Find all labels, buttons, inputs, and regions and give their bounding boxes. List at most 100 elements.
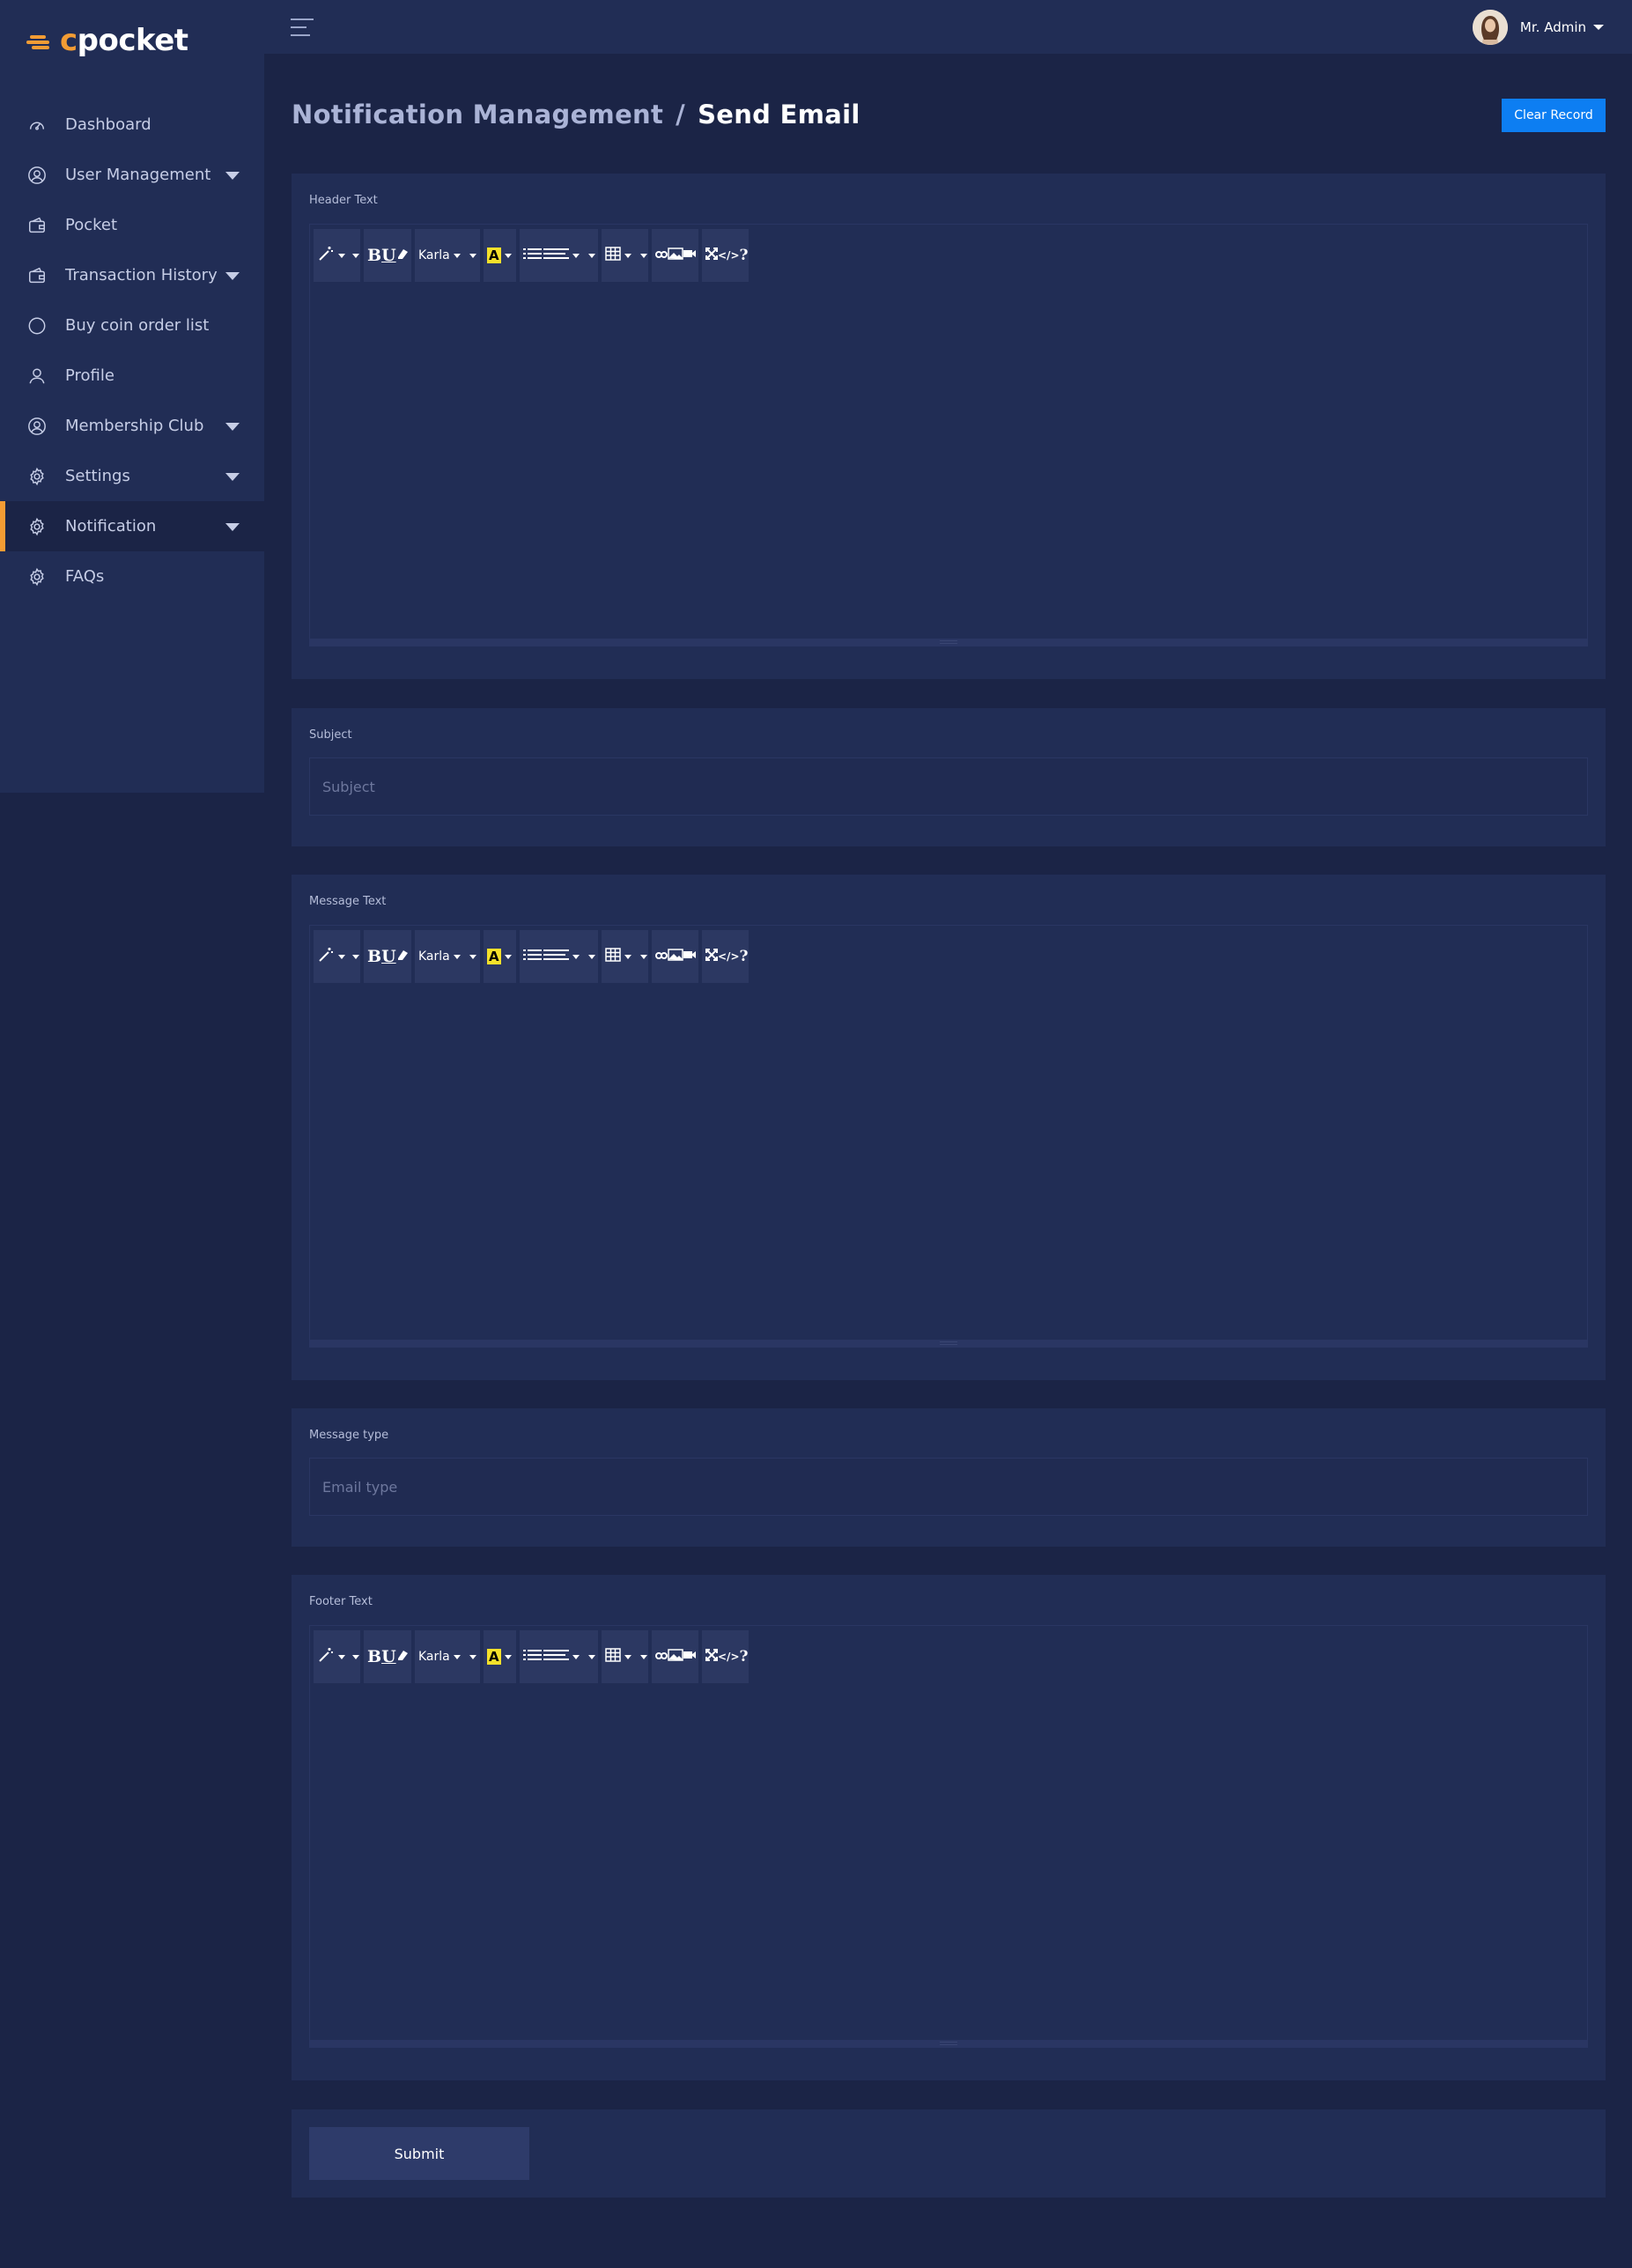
breadcrumb-parent[interactable]: Notification Management	[292, 100, 663, 129]
editor-resize-handle[interactable]	[310, 2040, 1587, 2047]
font-name-dropdown[interactable]: Karla	[415, 1630, 480, 1683]
fullscreen-icon[interactable]	[705, 247, 718, 263]
misc-group[interactable]: </>?	[702, 1630, 749, 1683]
help-icon[interactable]: ?	[740, 948, 749, 965]
underline-icon[interactable]: U	[381, 947, 396, 966]
message-text-card: Message Text BU Karla A </>?	[292, 875, 1606, 1380]
grip-icon	[940, 1341, 957, 1345]
eraser-icon[interactable]	[396, 949, 409, 964]
clear-record-button[interactable]: Clear Record	[1502, 99, 1606, 132]
sidebar-item-settings[interactable]: Settings	[0, 451, 264, 501]
table-dropdown[interactable]	[602, 229, 648, 282]
subject-label: Subject	[309, 728, 352, 742]
table-dropdown[interactable]	[602, 930, 648, 983]
chevron-down-icon	[453, 1654, 461, 1659]
misc-group[interactable]: </>?	[702, 229, 749, 282]
misc-group[interactable]: </>?	[702, 930, 749, 983]
message-type-input[interactable]	[309, 1458, 1588, 1516]
link-icon[interactable]	[655, 248, 668, 262]
underline-icon[interactable]: U	[381, 246, 396, 265]
ordered-list-icon[interactable]	[539, 1649, 555, 1665]
insert-group[interactable]	[652, 229, 698, 282]
speedometer-icon	[26, 115, 48, 136]
image-icon[interactable]	[668, 1649, 683, 1665]
editor-resize-handle[interactable]	[310, 639, 1587, 646]
eraser-icon[interactable]	[396, 247, 409, 263]
list-paragraph-group[interactable]	[520, 1630, 598, 1683]
font-name-dropdown[interactable]: Karla	[415, 229, 480, 282]
font-name-dropdown[interactable]: Karla	[415, 930, 480, 983]
chevron-down-icon	[1593, 25, 1604, 30]
chevron-down-icon	[504, 253, 512, 258]
sidebar-item-membership-club[interactable]: Membership Club	[0, 401, 264, 451]
chevron-down-icon	[225, 271, 240, 280]
sidebar-item-label: Dashboard	[65, 115, 151, 134]
style-dropdown[interactable]	[314, 930, 360, 983]
underline-icon[interactable]: U	[381, 1647, 396, 1666]
insert-group[interactable]	[652, 1630, 698, 1683]
image-icon[interactable]	[668, 949, 683, 964]
help-icon[interactable]: ?	[740, 247, 749, 264]
bold-icon[interactable]: B	[367, 947, 381, 966]
sidebar-item-transaction-history[interactable]: Transaction History	[0, 250, 264, 300]
sidebar-item-faqs[interactable]: FAQs	[0, 551, 264, 602]
subject-input[interactable]	[309, 757, 1588, 816]
fullscreen-icon[interactable]	[705, 949, 718, 964]
eraser-icon[interactable]	[396, 1649, 409, 1665]
color-dropdown[interactable]: A	[484, 1630, 516, 1683]
font-style-group[interactable]: BU	[364, 930, 411, 983]
message-type-label: Message type	[309, 1429, 389, 1442]
fullscreen-icon[interactable]	[705, 1649, 718, 1665]
message-text-editor[interactable]: BU Karla A </>?	[309, 925, 1588, 1348]
image-icon[interactable]	[668, 247, 683, 263]
video-icon[interactable]	[683, 949, 696, 964]
font-style-group[interactable]: BU	[364, 1630, 411, 1683]
chevron-down-icon	[588, 253, 595, 258]
insert-group[interactable]	[652, 930, 698, 983]
list-paragraph-group[interactable]	[520, 930, 598, 983]
app-logo[interactable]: cpocket	[26, 21, 188, 60]
color-dropdown[interactable]: A	[484, 930, 516, 983]
sidebar-item-user-management[interactable]: User Management	[0, 150, 264, 200]
style-dropdown[interactable]	[314, 229, 360, 282]
footer-text-editor[interactable]: BU Karla A </>?	[309, 1625, 1588, 2048]
link-icon[interactable]	[655, 949, 668, 964]
list-paragraph-group[interactable]	[520, 229, 598, 282]
paragraph-align-icon[interactable]	[555, 949, 569, 964]
ordered-list-icon[interactable]	[539, 247, 555, 263]
help-icon[interactable]: ?	[740, 1648, 749, 1666]
sidebar-item-notification[interactable]: Notification	[0, 501, 264, 551]
unordered-list-icon[interactable]	[523, 949, 539, 964]
color-dropdown[interactable]: A	[484, 229, 516, 282]
ordered-list-icon[interactable]	[539, 949, 555, 964]
sidebar-item-dashboard[interactable]: Dashboard	[0, 100, 264, 150]
code-view-icon[interactable]: </>	[718, 249, 740, 262]
sidebar-item-buy-coin-order-list[interactable]: Buy coin order list	[0, 300, 264, 351]
font-style-group[interactable]: BU	[364, 229, 411, 282]
unordered-list-icon[interactable]	[523, 1649, 539, 1665]
chevron-down-icon	[624, 1654, 631, 1659]
video-icon[interactable]	[683, 1650, 696, 1664]
style-dropdown[interactable]	[314, 1630, 360, 1683]
code-view-icon[interactable]: </>	[718, 1651, 740, 1663]
editor-resize-handle[interactable]	[310, 1340, 1587, 1347]
user-name: Mr. Admin	[1519, 19, 1586, 35]
editor-toolbar: BU Karla A </>?	[314, 930, 749, 983]
menu-toggle-icon[interactable]	[291, 18, 314, 37]
bold-icon[interactable]: B	[367, 246, 381, 265]
wallet-icon	[26, 215, 48, 236]
link-icon[interactable]	[655, 1650, 668, 1664]
unordered-list-icon[interactable]	[523, 247, 539, 263]
code-view-icon[interactable]: </>	[718, 950, 740, 963]
paragraph-align-icon[interactable]	[555, 247, 569, 263]
table-dropdown[interactable]	[602, 1630, 648, 1683]
header-text-editor[interactable]: BU Karla A </>?	[309, 224, 1588, 646]
sidebar-item-pocket[interactable]: Pocket	[0, 200, 264, 250]
chevron-down-icon	[453, 253, 461, 258]
paragraph-align-icon[interactable]	[555, 1649, 569, 1665]
submit-button[interactable]: Submit	[309, 2127, 529, 2180]
video-icon[interactable]	[683, 248, 696, 262]
sidebar-item-profile[interactable]: Profile	[0, 351, 264, 401]
bold-icon[interactable]: B	[367, 1647, 381, 1666]
user-menu[interactable]: Mr. Admin	[1472, 9, 1604, 46]
